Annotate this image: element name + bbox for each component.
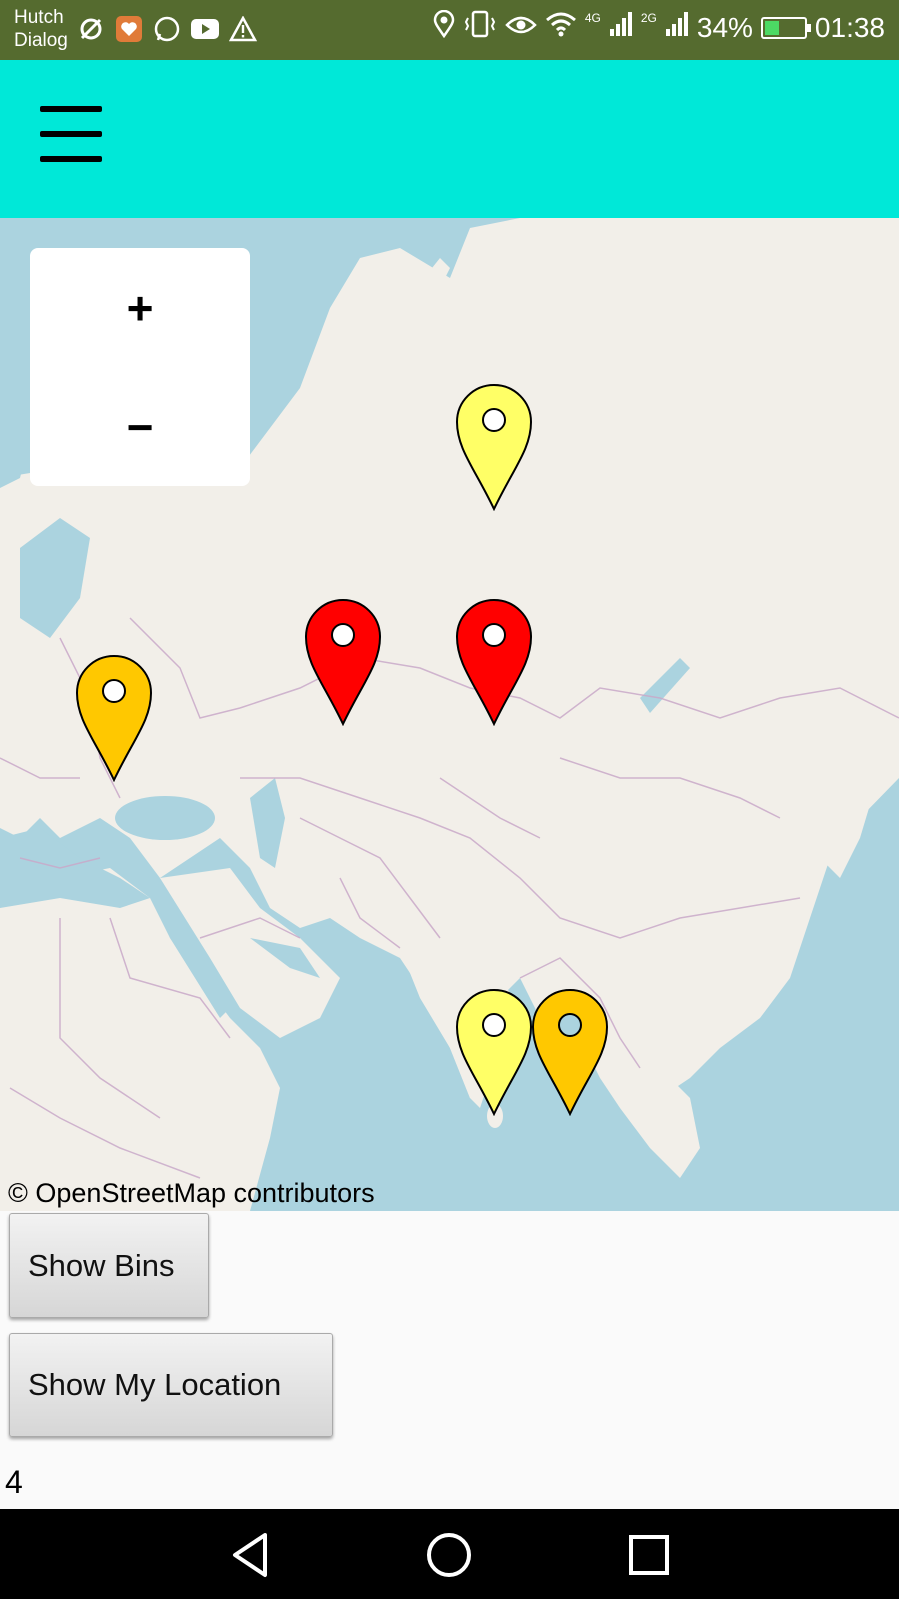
result-count-label: 4: [5, 1464, 23, 1500]
battery-fill: [764, 20, 780, 35]
marker-yellow-1[interactable]: [455, 383, 533, 511]
show-bins-button[interactable]: Show Bins: [9, 1213, 209, 1318]
menu-line: [40, 106, 102, 112]
back-icon[interactable]: [225, 1529, 277, 1581]
network-2g-label: 2G: [640, 10, 657, 25]
location-icon: [433, 9, 455, 45]
marker-red-1[interactable]: [304, 598, 382, 726]
status-bar: Hutch Dialog 4G 2G 34% 01:38: [0, 0, 899, 60]
carrier-line-1: Hutch: [14, 7, 64, 28]
marker-orange-2[interactable]: [531, 988, 609, 1116]
marker-orange-1[interactable]: [75, 654, 153, 782]
navigation-bar: [0, 1509, 899, 1599]
wifi-icon: [545, 11, 577, 44]
whatsapp-icon: [152, 14, 182, 44]
youtube-icon: [190, 14, 220, 44]
map-view[interactable]: + − © OpenStreetMap contributors: [0, 218, 899, 1211]
network-4g-label: 4G: [584, 10, 601, 25]
clock: 01:38: [814, 11, 885, 43]
vibrate-icon: [463, 10, 497, 45]
zoom-out-button[interactable]: −: [30, 367, 250, 486]
menu-line: [40, 156, 102, 162]
show-my-location-button[interactable]: Show My Location: [9, 1333, 333, 1437]
recents-icon[interactable]: [623, 1529, 675, 1581]
heart-app-icon: [114, 14, 144, 44]
warning-icon: [228, 14, 258, 44]
battery-percent: 34%: [696, 11, 753, 43]
battery-icon: [760, 16, 811, 39]
status-right: 4G 2G 34% 01:38: [433, 9, 885, 45]
signal-icon-1: [609, 11, 633, 44]
zoom-control: + −: [30, 248, 250, 486]
menu-line: [40, 131, 102, 137]
app-bar: [0, 60, 899, 218]
signal-icon-2: [665, 11, 689, 44]
app-notification-icon: [76, 14, 106, 44]
home-icon[interactable]: [423, 1529, 475, 1581]
marker-red-2[interactable]: [455, 598, 533, 726]
notification-icons: [76, 14, 258, 44]
eye-comfort-icon: [505, 12, 537, 44]
marker-yellow-2[interactable]: [455, 988, 533, 1116]
carrier-name: Hutch Dialog: [14, 6, 68, 52]
hamburger-menu-icon[interactable]: [40, 106, 104, 162]
zoom-in-button[interactable]: +: [30, 248, 250, 367]
carrier-line-2: Dialog: [14, 30, 68, 51]
map-attribution[interactable]: © OpenStreetMap contributors: [8, 1178, 375, 1209]
